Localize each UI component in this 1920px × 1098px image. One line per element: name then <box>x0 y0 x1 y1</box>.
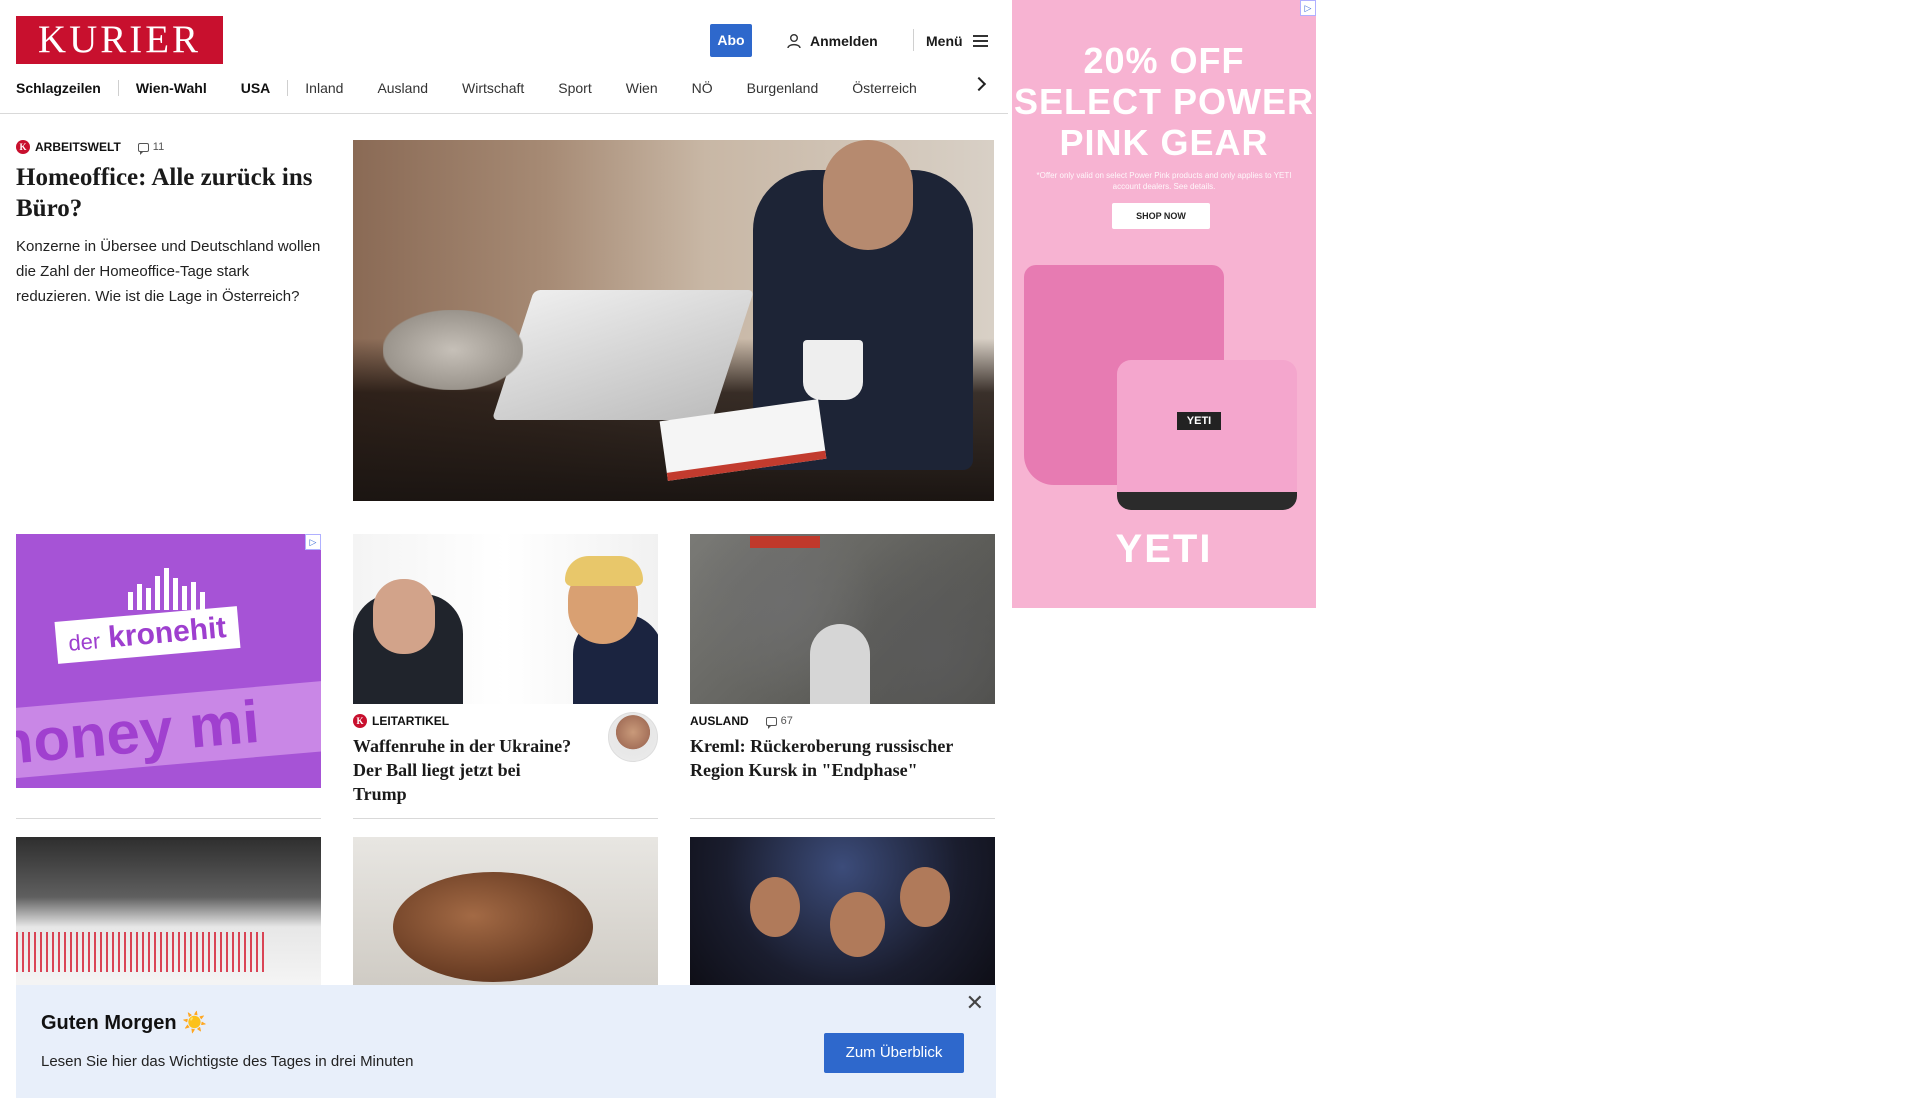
user-icon <box>787 33 801 48</box>
image-mug <box>803 340 863 400</box>
yeti-product-badge: YETI <box>1177 412 1221 430</box>
yeti-headline-line: 20% OFF <box>1083 40 1245 81</box>
image-cooler <box>1117 360 1297 510</box>
lead-teaser: Konzerne in Übersee und Deutschland woll… <box>16 238 321 305</box>
nav-separator <box>117 80 119 96</box>
nav-item-usa[interactable]: USA <box>241 80 271 96</box>
site-header: KURIER Abo Anmelden Menü Schlagzeilen Wi… <box>0 0 1008 114</box>
lead-comment-count: 11 <box>152 141 165 153</box>
nav-item-oesterreich[interactable]: Österreich <box>852 80 917 96</box>
menu-button[interactable]: Menü <box>926 24 988 57</box>
hamburger-icon <box>972 32 988 50</box>
yeti-logo: YETI <box>1115 527 1213 571</box>
nav-item-sport[interactable]: Sport <box>558 80 591 96</box>
kronehit-name: kronehit <box>106 611 228 655</box>
image-laptop <box>491 290 755 420</box>
yeti-headline: 20% OFF SELECT POWER PINK GEAR <box>1012 40 1316 163</box>
article-thumbnail-party[interactable] <box>690 837 995 987</box>
nav-item-burgenland[interactable]: Burgenland <box>747 80 819 96</box>
divider <box>353 818 658 819</box>
image-bread-loaf <box>393 872 593 982</box>
lead-headline[interactable]: Homeoffice: Alle zurück ins Büro? <box>16 162 324 224</box>
nav-item-wirtschaft[interactable]: Wirtschaft <box>462 80 524 96</box>
lead-kicker: K ARBEITSWELT 11 <box>16 140 324 155</box>
article-card-ausland[interactable]: AUSLAND 67 Kreml: Rückeroberung russisch… <box>690 534 995 782</box>
divider <box>690 818 995 819</box>
divider <box>16 818 321 819</box>
nav-item-wien-wahl[interactable]: Wien-Wahl <box>136 80 207 96</box>
abo-button[interactable]: Abo <box>710 24 752 57</box>
image-person <box>750 877 800 937</box>
author-avatar[interactable] <box>608 712 658 762</box>
comment-icon <box>765 716 777 729</box>
image-person <box>900 867 950 927</box>
close-icon[interactable]: ✕ <box>966 992 984 1014</box>
card-comments[interactable]: 67 <box>765 715 793 729</box>
yeti-headline-line: PINK GEAR <box>1059 122 1269 163</box>
nav-item-noe[interactable]: NÖ <box>692 80 713 96</box>
ad-choices-icon[interactable]: ▷ <box>1300 0 1316 16</box>
login-label: Anmelden <box>810 32 878 49</box>
article-thumbnail-seismograph[interactable] <box>16 837 321 987</box>
image-overlay-tag <box>750 536 820 548</box>
image-person <box>830 892 885 957</box>
yeti-ad[interactable]: 20% OFF SELECT POWER PINK GEAR *Offer on… <box>1012 0 1316 608</box>
shop-now-button[interactable]: SHOP NOW <box>1112 203 1210 229</box>
image-head <box>823 140 913 250</box>
banner-title: Guten Morgen ☀️ <box>41 1012 208 1034</box>
lead-image[interactable] <box>353 140 994 501</box>
kronehit-prefix: der <box>67 628 102 656</box>
ad-choices-icon[interactable]: ▷ <box>305 534 321 550</box>
nav-item-wien[interactable]: Wien <box>626 80 658 96</box>
article-card-leitartikel[interactable]: K LEITARTIKEL Waffenruhe in der Ukraine?… <box>353 534 658 806</box>
kurier-plus-icon: K <box>353 714 367 728</box>
banner-text: Lesen Sie hier das Wichtigste des Tages … <box>41 1053 414 1070</box>
card-image[interactable] <box>690 534 995 704</box>
menu-label: Menü <box>926 32 963 49</box>
kronehit-ad[interactable]: der kronehit honey mi ▷ <box>16 534 321 788</box>
nav-separator <box>287 80 289 96</box>
kurier-logo[interactable]: KURIER <box>16 16 223 64</box>
image-cat <box>383 310 523 390</box>
kronehit-band-text: honey mi <box>16 678 321 780</box>
header-divider <box>913 29 914 51</box>
lead-comments[interactable]: 11 <box>137 141 165 155</box>
yeti-fine-print: *Offer only valid on select Power Pink p… <box>1036 171 1292 191</box>
image-object <box>810 624 870 704</box>
nav-item-inland[interactable]: Inland <box>305 80 343 96</box>
yeti-headline-line: SELECT POWER <box>1013 81 1315 122</box>
article-thumbnail-bread[interactable] <box>353 837 658 987</box>
lead-article[interactable]: K ARBEITSWELT 11 Homeoffice: Alle zurück… <box>16 140 324 309</box>
lead-kicker-label: ARBEITSWELT <box>35 140 121 154</box>
card-image[interactable] <box>353 534 658 704</box>
card-kicker: AUSLAND 67 <box>690 714 995 729</box>
nav-item-schlagzeilen[interactable]: Schlagzeilen <box>16 80 101 96</box>
image-hair-right <box>565 556 643 586</box>
nav-item-ausland[interactable]: Ausland <box>377 80 428 96</box>
kronehit-logo: der kronehit <box>54 606 240 664</box>
card-kicker-label: AUSLAND <box>690 714 749 728</box>
main-navigation: Schlagzeilen Wien-Wahl USA Inland Auslan… <box>16 76 996 100</box>
image-seismograph-wave <box>16 932 266 972</box>
comment-icon <box>137 142 149 155</box>
card-headline[interactable]: Kreml: Rückeroberung russischer Region K… <box>690 734 995 782</box>
morning-briefing-banner: Guten Morgen ☀️ Lesen Sie hier das Wicht… <box>16 985 996 1098</box>
overview-button[interactable]: Zum Überblick <box>824 1033 964 1073</box>
card-headline[interactable]: Waffenruhe in der Ukraine? Der Ball lieg… <box>353 734 573 806</box>
card-comment-count: 67 <box>780 715 793 727</box>
chevron-right-icon[interactable] <box>971 76 987 92</box>
card-kicker-label: LEITARTIKEL <box>372 714 450 728</box>
kurier-plus-icon: K <box>16 140 30 154</box>
image-head-left <box>373 579 435 654</box>
login-button[interactable]: Anmelden <box>786 24 878 57</box>
crown-icon <box>128 568 205 610</box>
